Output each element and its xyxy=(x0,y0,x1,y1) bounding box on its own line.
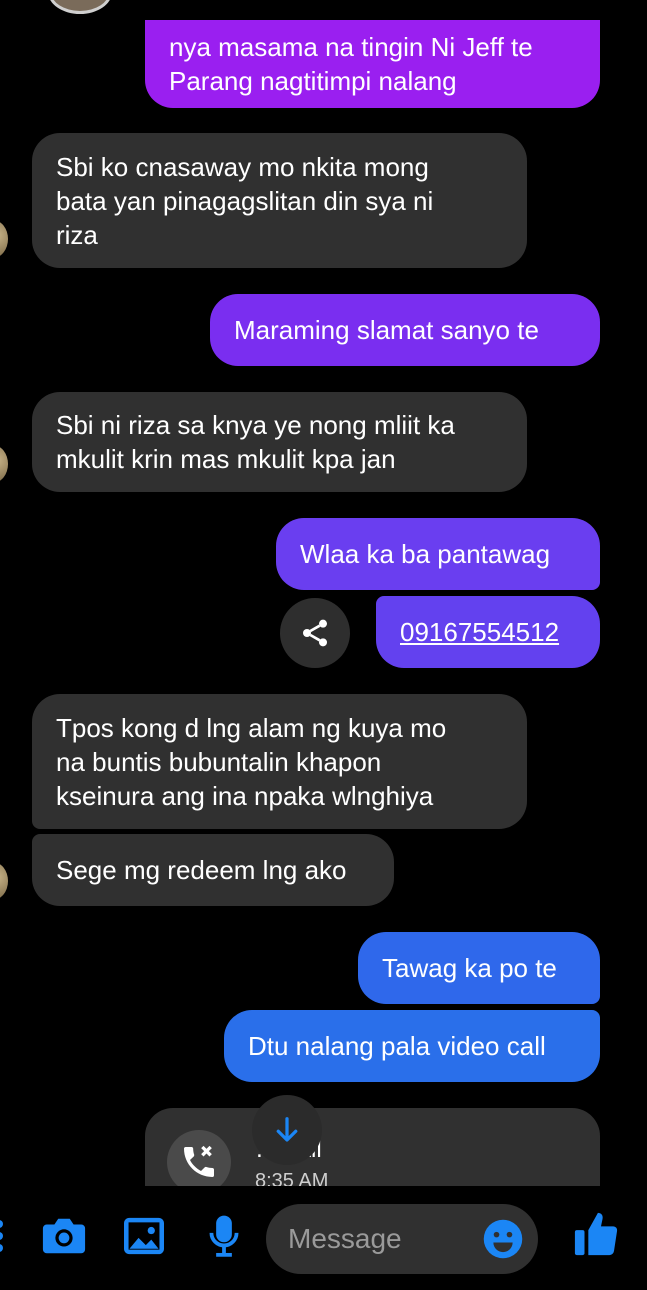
sent-message-bubble[interactable]: Wlaa ka ba pantawag xyxy=(276,518,600,590)
message-text: Sege mg redeem lng ako xyxy=(56,855,347,885)
phone-number-bubble[interactable]: 09167554512 xyxy=(376,596,600,668)
sent-message-bubble[interactable]: Dtu nalang pala video call xyxy=(224,1010,600,1082)
contact-avatar[interactable] xyxy=(0,220,8,258)
scroll-to-bottom-button[interactable] xyxy=(252,1095,322,1165)
received-message-bubble[interactable]: Sbi ni riza sa knya ye nong mliit ka mku… xyxy=(32,392,527,492)
received-message-bubble[interactable]: Sbi ko cnasaway mo nkita mong bata yan p… xyxy=(32,133,527,268)
sent-message-bubble[interactable]: Tawag ka po te xyxy=(358,932,600,1004)
gallery-icon xyxy=(124,1217,164,1255)
message-text: Maraming slamat sanyo te xyxy=(234,315,539,345)
arrow-down-icon xyxy=(276,1117,298,1142)
more-actions-button[interactable] xyxy=(0,1212,12,1260)
message-text: Tawag ka po te xyxy=(382,953,557,983)
message-text: Dtu nalang pala video call xyxy=(248,1031,546,1061)
message-placeholder: Message xyxy=(288,1223,402,1254)
phone-number-link[interactable]: 09167554512 xyxy=(400,615,559,649)
message-composer: Message xyxy=(0,1186,647,1290)
emoji-icon[interactable] xyxy=(482,1218,524,1260)
received-message-bubble[interactable]: Sege mg redeem lng ako xyxy=(32,834,394,906)
like-button[interactable] xyxy=(570,1206,622,1262)
camera-button[interactable] xyxy=(40,1212,88,1260)
thumbs-up-icon xyxy=(574,1212,618,1256)
message-text: Sbi ni riza sa knya ye nong mliit ka mku… xyxy=(56,410,455,474)
message-text: Sbi ko cnasaway mo nkita mong bata yan p… xyxy=(56,151,434,250)
message-text: nya masama na tingin Ni Jeff te Parang n… xyxy=(169,32,533,96)
call-icon-button[interactable] xyxy=(167,1130,231,1194)
missed-call-icon xyxy=(184,1145,214,1177)
gallery-button[interactable] xyxy=(120,1212,168,1260)
sent-message-bubble[interactable]: nya masama na tingin Ni Jeff te Parang n… xyxy=(145,20,600,108)
contact-avatar[interactable] xyxy=(0,862,8,900)
contact-avatar[interactable] xyxy=(0,445,8,483)
more-icon xyxy=(0,1220,3,1252)
share-button[interactable] xyxy=(280,598,350,668)
message-text: Wlaa ka ba pantawag xyxy=(300,539,551,569)
microphone-icon xyxy=(209,1215,239,1257)
share-icon xyxy=(303,619,327,647)
microphone-button[interactable] xyxy=(200,1212,248,1260)
message-input[interactable]: Message xyxy=(266,1204,538,1274)
camera-icon xyxy=(42,1218,86,1254)
contact-avatar-top xyxy=(48,0,112,14)
received-message-bubble[interactable]: Tpos kong d lng alam ng kuya mo na bunti… xyxy=(32,694,527,829)
sent-message-bubble[interactable]: Maraming slamat sanyo te xyxy=(210,294,600,366)
message-text: Tpos kong d lng alam ng kuya mo na bunti… xyxy=(56,712,447,811)
